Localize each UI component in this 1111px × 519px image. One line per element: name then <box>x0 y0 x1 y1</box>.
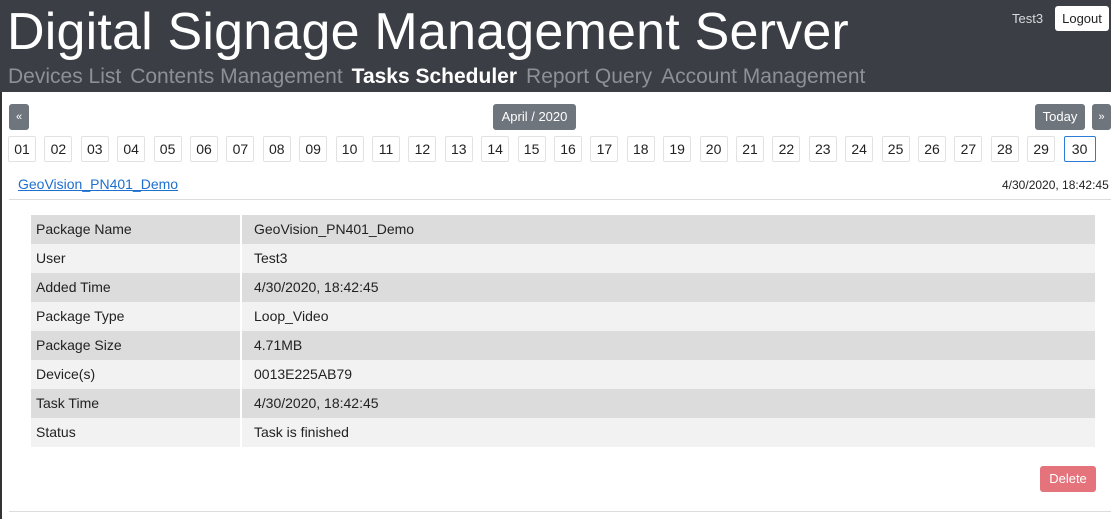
detail-label: Package Name <box>36 221 132 237</box>
detail-label: Package Size <box>36 337 122 353</box>
detail-label: Added Time <box>36 279 111 295</box>
app-title: Digital Signage Management Server <box>7 3 849 61</box>
next-month-button[interactable]: » <box>1092 104 1111 130</box>
day-08[interactable]: 08 <box>262 136 291 162</box>
delete-button[interactable]: Delete <box>1040 466 1096 492</box>
day-04[interactable]: 04 <box>117 136 146 162</box>
day-07[interactable]: 07 <box>226 136 255 162</box>
day-25[interactable]: 25 <box>881 136 910 162</box>
detail-value: Task is finished <box>254 424 349 440</box>
day-02[interactable]: 02 <box>44 136 73 162</box>
day-24[interactable]: 24 <box>845 136 874 162</box>
day-18[interactable]: 18 <box>626 136 655 162</box>
day-06[interactable]: 06 <box>190 136 218 162</box>
detail-value: Loop_Video <box>254 308 329 324</box>
detail-row-package-size: Package Size 4.71MB <box>31 331 1095 360</box>
day-20[interactable]: 20 <box>699 136 728 162</box>
day-10[interactable]: 10 <box>335 136 364 162</box>
day-12[interactable]: 12 <box>408 136 437 162</box>
task-name-link[interactable]: GeoVision_PN401_Demo <box>18 176 178 192</box>
current-user: Test3 <box>1012 11 1044 26</box>
day-17[interactable]: 17 <box>590 136 619 162</box>
detail-label: Package Type <box>36 308 125 324</box>
detail-label: User <box>36 250 66 266</box>
logout-button[interactable]: Logout <box>1055 6 1109 31</box>
month-navigation: « April / 2020 Today » <box>0 100 1111 134</box>
app-header: Digital Signage Management Server Device… <box>0 0 1111 92</box>
prev-month-button[interactable]: « <box>9 104 29 130</box>
day-21[interactable]: 21 <box>736 136 764 162</box>
detail-row-added-time: Added Time 4/30/2020, 18:42:45 <box>31 273 1095 302</box>
day-15[interactable]: 15 <box>517 136 546 162</box>
day-26[interactable]: 26 <box>918 136 946 162</box>
detail-value: 4/30/2020, 18:42:45 <box>254 279 379 295</box>
nav-tasks-scheduler[interactable]: Tasks Scheduler <box>352 63 517 91</box>
day-19[interactable]: 19 <box>663 136 692 162</box>
detail-value: 0013E225AB79 <box>254 366 353 382</box>
detail-value: 4/30/2020, 18:42:45 <box>254 395 379 411</box>
nav-account-management[interactable]: Account Management <box>661 63 865 91</box>
detail-row-task-time: Task Time 4/30/2020, 18:42:45 <box>31 389 1095 418</box>
detail-value: GeoVision_PN401_Demo <box>254 221 415 237</box>
detail-label: Status <box>36 424 76 440</box>
detail-row-devices: Device(s) 0013E225AB79 <box>31 360 1095 389</box>
today-button[interactable]: Today <box>1035 104 1085 130</box>
day-30[interactable]: 30 <box>1063 136 1096 162</box>
day-11[interactable]: 11 <box>372 136 400 162</box>
day-05[interactable]: 05 <box>153 136 182 162</box>
day-03[interactable]: 03 <box>80 136 109 162</box>
detail-row-status: Status Task is finished <box>31 418 1095 447</box>
day-23[interactable]: 23 <box>808 136 837 162</box>
detail-label: Device(s) <box>36 366 96 382</box>
divider <box>9 199 1111 200</box>
task-details-table: Package Name GeoVision_PN401_Demo User T… <box>31 215 1095 447</box>
nav-report-query[interactable]: Report Query <box>526 63 652 91</box>
task-timestamp: 4/30/2020, 18:42:45 <box>1002 178 1109 192</box>
month-label: April / 2020 <box>493 104 576 130</box>
day-selector: 01 02 03 04 05 06 07 08 09 10 11 12 13 14 15 16 17 18 19 20… <box>8 136 1111 162</box>
day-29[interactable]: 29 <box>1027 136 1056 162</box>
day-28[interactable]: 28 <box>990 136 1019 162</box>
divider <box>9 511 1111 512</box>
detail-value: 4.71MB <box>254 337 303 353</box>
day-27[interactable]: 27 <box>954 136 983 162</box>
day-01[interactable]: 01 <box>8 136 36 162</box>
nav-contents-management[interactable]: Contents Management <box>130 63 342 91</box>
nav-devices-list[interactable]: Devices List <box>8 63 121 91</box>
detail-value: Test3 <box>254 250 288 266</box>
detail-row-user: User Test3 <box>31 244 1095 273</box>
detail-row-package-name: Package Name GeoVision_PN401_Demo <box>31 215 1095 244</box>
day-22[interactable]: 22 <box>772 136 801 162</box>
day-09[interactable]: 09 <box>299 136 328 162</box>
day-14[interactable]: 14 <box>481 136 510 162</box>
day-13[interactable]: 13 <box>444 136 473 162</box>
detail-row-package-type: Package Type Loop_Video <box>31 302 1095 331</box>
day-16[interactable]: 16 <box>554 136 582 162</box>
main-nav: Devices List Contents Management Tasks S… <box>8 63 865 91</box>
detail-label: Task Time <box>36 395 100 411</box>
